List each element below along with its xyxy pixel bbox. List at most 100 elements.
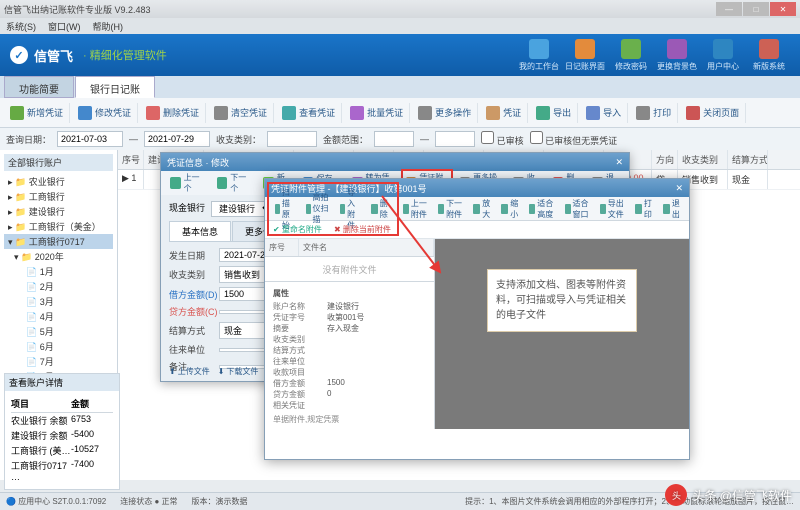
tree-item[interactable]: ▸ 📁 工商银行（美金） <box>4 219 113 234</box>
toolbar-button[interactable]: 更多操作 <box>412 103 478 123</box>
toolbar-button[interactable]: 导出 <box>530 103 578 123</box>
filter-checked[interactable]: 已审核 <box>481 131 524 147</box>
attach-toolbar-button[interactable]: 打印 <box>631 196 659 222</box>
filter-amt-to[interactable] <box>435 131 475 147</box>
filter-amt-from[interactable] <box>374 131 414 147</box>
voucher-toolbar-button[interactable]: 下一个 <box>212 170 257 196</box>
prop-row: 账户名称建设银行 <box>273 301 426 312</box>
attach-toolbar-button[interactable]: 适合高度 <box>525 196 560 222</box>
toolbar-button[interactable]: 查看凭证 <box>276 103 342 123</box>
menu-item[interactable]: 帮助(H) <box>93 20 124 33</box>
toolbar-icon <box>486 106 500 120</box>
main-tab[interactable]: 功能简要 <box>4 76 74 98</box>
attach-toolbar-button[interactable]: 下一附件 <box>434 196 469 222</box>
tree-item[interactable]: 📄 1月 <box>4 264 113 279</box>
attach-toolbar-button[interactable]: 缩小 <box>497 196 525 222</box>
toolbar-button[interactable]: 修改凭证 <box>72 103 138 123</box>
voucher-title: 凭证信息 · 修改 <box>167 156 229 169</box>
filter-date-to[interactable] <box>144 131 210 147</box>
grid-header[interactable]: 结算方式 <box>728 150 768 169</box>
brand-sub: · 精细化管理软件 <box>83 47 167 63</box>
tree-title: 全部银行账户 <box>4 154 113 171</box>
tree-item[interactable]: 📄 6月 <box>4 339 113 354</box>
tree-item[interactable]: ▾ 📁 工商银行0717 <box>4 234 113 249</box>
grid-header[interactable]: 方向 <box>652 150 678 169</box>
theme-button[interactable]: 更换背景色 <box>656 39 698 72</box>
tree-item[interactable]: 📄 3月 <box>4 294 113 309</box>
toolbar-icon <box>350 106 364 120</box>
attach-toolbar-icon <box>635 204 642 214</box>
voucher-toolbar-icon <box>217 177 228 189</box>
attach-toolbar-icon <box>275 204 280 214</box>
status-conn: 连接状态 ● 正常 <box>120 496 177 507</box>
upload-file-link[interactable]: ⬆ 上传文件 <box>169 366 210 377</box>
tree-item[interactable]: 📄 5月 <box>4 324 113 339</box>
tree-item[interactable]: ▸ 📁 工商银行 <box>4 189 113 204</box>
attach-empty-text: 没有附件文件 <box>265 257 434 281</box>
toolbar-button[interactable]: 关闭页面 <box>680 103 746 123</box>
attach-delete-opt[interactable]: ✖ 删除当前附件 <box>334 224 391 235</box>
tree-item[interactable]: 📄 4月 <box>4 309 113 324</box>
tree-item[interactable]: ▸ 📁 农业银行 <box>4 174 113 189</box>
toolbar-button[interactable]: 导入 <box>580 103 628 123</box>
toolbar-button[interactable]: 删除凭证 <box>140 103 206 123</box>
prop-row: 相关凭证 <box>273 400 426 411</box>
toolbar-button[interactable]: 凭证 <box>480 103 528 123</box>
toolbar-button[interactable]: 批量凭证 <box>344 103 410 123</box>
attach-toolbar-button[interactable]: 退出 <box>659 196 687 222</box>
attach-toolbar-button[interactable]: 适合窗口 <box>561 196 596 222</box>
filter-date-label: 查询日期： <box>6 133 51 146</box>
attach-col-name: 文件名 <box>299 239 434 256</box>
attach-toolbar-icon <box>529 204 535 214</box>
toolbar-icon <box>146 106 160 120</box>
attach-toolbar-button[interactable]: 上一附件 <box>399 196 434 222</box>
menu-item[interactable]: 系统(S) <box>6 20 36 33</box>
attach-col-seq: 序号 <box>265 239 299 256</box>
password-icon <box>621 39 641 59</box>
toolbar-icon <box>536 106 550 120</box>
attach-close-icon[interactable]: ✕ <box>675 183 683 194</box>
tree-item[interactable]: 📄 7月 <box>4 354 113 369</box>
toolbar-button[interactable]: 打印 <box>630 103 678 123</box>
voucher-close-icon[interactable]: ✕ <box>615 157 623 168</box>
filter-date-from[interactable] <box>57 131 123 147</box>
main-tab[interactable]: 银行日记账 <box>75 76 155 98</box>
prop-row: 凭证字号收第001号 <box>273 312 426 323</box>
attach-toolbar-button[interactable]: 导出文件 <box>596 196 631 222</box>
filter-cat[interactable] <box>267 131 317 147</box>
tree-item[interactable]: ▸ 📁 建设银行 <box>4 204 113 219</box>
journal-button[interactable]: 日记账界面 <box>564 39 606 72</box>
grid-header[interactable]: 收支类别 <box>678 150 728 169</box>
toolbar-icon <box>10 106 24 120</box>
grid-header[interactable]: 序号 <box>118 150 144 169</box>
voucher-tab-basic[interactable]: 基本信息 <box>169 221 231 241</box>
balance-row: 工商银行 (美…-10527 <box>11 443 113 458</box>
toolbar-icon <box>686 106 700 120</box>
maximize-button[interactable]: □ <box>743 2 769 16</box>
workbench-button[interactable]: 我的工作台 <box>518 39 560 72</box>
journal-icon <box>575 39 595 59</box>
attach-toolbar-button[interactable]: 放大 <box>469 196 497 222</box>
callout-text: 支持添加文档、图表等附件资料，可扫描或导入与凭证相关的电子文件 <box>487 269 637 332</box>
download-file-link[interactable]: ⬇ 下载文件 <box>218 366 259 377</box>
toolbar-button[interactable]: 新增凭证 <box>4 103 70 123</box>
toolbar-button[interactable]: 清空凭证 <box>208 103 274 123</box>
menu-item[interactable]: 窗口(W) <box>48 20 81 33</box>
tree-item[interactable]: 📄 2月 <box>4 279 113 294</box>
brand-name: 信管飞 <box>34 46 73 65</box>
balance-row: 工商银行0717 …-7400 <box>11 458 113 483</box>
prop-row: 往来单位 <box>273 356 426 367</box>
attach-rename-opt[interactable]: ✔ 重命名附件 <box>273 224 322 235</box>
tree-item[interactable]: ▾ 📁 2020年 <box>4 249 113 264</box>
user-center-button[interactable]: 用户中心 <box>702 39 744 72</box>
toolbar-icon <box>214 106 228 120</box>
close-button[interactable]: ✕ <box>770 2 796 16</box>
new-system-button[interactable]: 新版系统 <box>748 39 790 72</box>
minimize-button[interactable]: — <box>716 2 742 16</box>
toolbar-icon <box>78 106 92 120</box>
password-button[interactable]: 修改密码 <box>610 39 652 72</box>
filter-checked2[interactable]: 已审核但无票凭证 <box>530 131 618 147</box>
balances-title: 查看账户详情 <box>5 374 119 391</box>
app-title: 信管飞出纳记账软件专业版 <box>4 5 115 15</box>
voucher-toolbar-button[interactable]: 上一个 <box>165 170 210 196</box>
